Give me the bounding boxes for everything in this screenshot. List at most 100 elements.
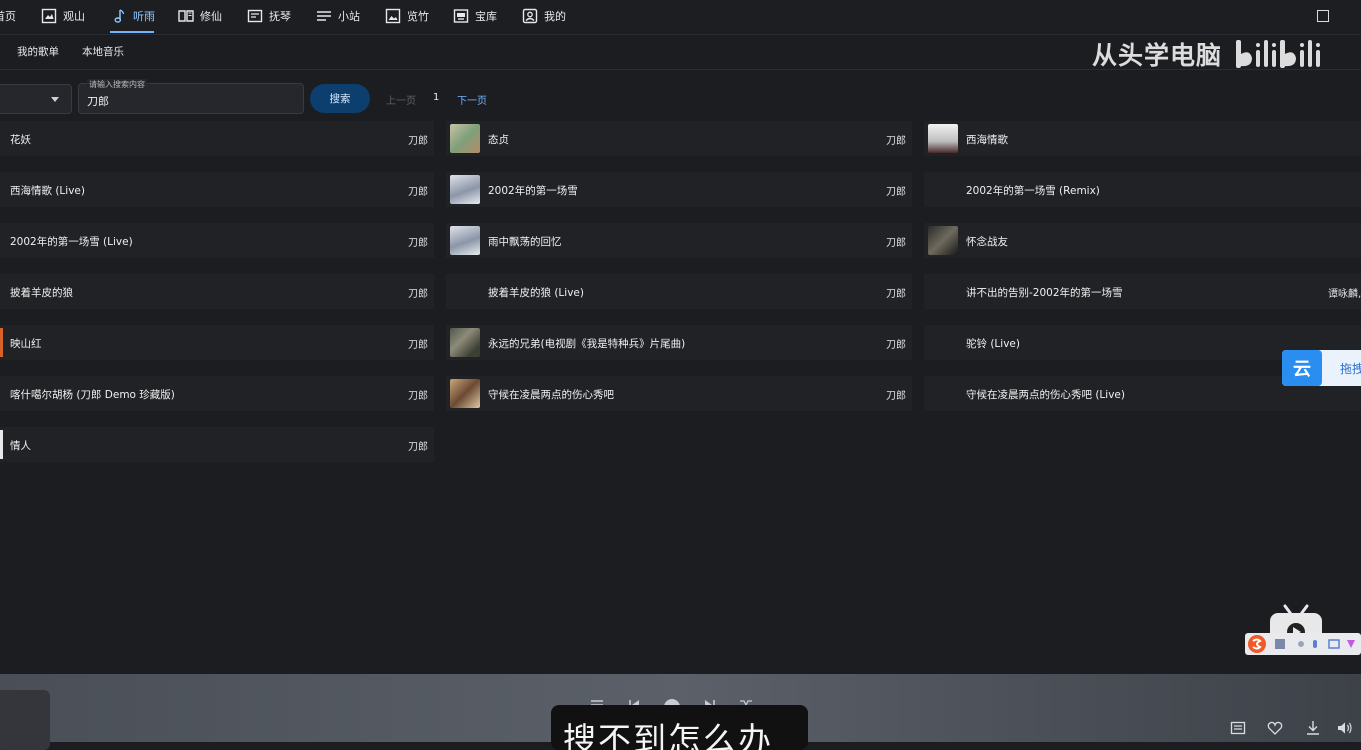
nav-label: 听雨 — [133, 10, 155, 23]
now-playing-cover[interactable] — [0, 690, 50, 750]
nav-item-guanshan[interactable]: 观山 — [41, 0, 85, 32]
nav-label: 宝库 — [475, 10, 497, 23]
sogou-ime-icon — [1248, 635, 1355, 653]
song-artist: 刀郎 — [886, 136, 906, 147]
song-artist: 刀郎 — [408, 289, 428, 300]
download-icon[interactable] — [1305, 720, 1321, 736]
search-field[interactable]: 请输入搜索内容 — [78, 79, 304, 114]
song-title: 西海情歌 — [966, 134, 1008, 146]
album-cover — [450, 124, 480, 153]
song-artist: 刀郎 — [408, 442, 428, 453]
nav-item-tingyu[interactable]: 听雨 — [111, 0, 155, 32]
album-cover — [450, 379, 480, 408]
album-cover — [450, 175, 480, 204]
list-icon — [317, 11, 331, 21]
song-title: 映山红 — [10, 338, 42, 350]
subtitle-text: 搜不到怎么办 — [563, 720, 773, 750]
nav-item-home[interactable]: 首页 — [0, 0, 16, 32]
nav-item-baoku[interactable]: 宝库 — [453, 0, 497, 32]
song-artist: 刀郎 — [408, 340, 428, 351]
image-icon — [385, 8, 401, 24]
search-label: 请输入搜索内容 — [87, 79, 147, 90]
bilibili-logo: bilibili — [1236, 40, 1321, 68]
subnav-my-playlist[interactable]: 我的歌单 — [17, 44, 59, 59]
chevron-down-icon — [51, 97, 59, 102]
next-page-button[interactable]: 下一页 — [457, 92, 487, 107]
album-cover — [450, 226, 480, 255]
song-title: 讲不出的告别-2002年的第一场雪 — [966, 287, 1123, 299]
subnav-local-music[interactable]: 本地音乐 — [82, 44, 124, 59]
nav-label: 首页 — [0, 10, 16, 23]
source-select[interactable] — [0, 84, 72, 114]
song-item[interactable]: 讲不出的告别-2002年的第一场雪 谭咏麟, — [924, 274, 1361, 309]
active-tab-indicator — [110, 31, 154, 33]
song-artist: 刀郎 — [408, 238, 428, 249]
album-cover — [928, 124, 958, 153]
song-item[interactable]: 态贞 刀郎 — [446, 121, 912, 156]
song-title: 2002年的第一场雪 (Live) — [10, 236, 133, 248]
song-title: 西海情歌 (Live) — [10, 185, 85, 197]
cloud-logo-icon: 云 — [1282, 350, 1322, 386]
mountain-frame-icon — [41, 8, 57, 24]
nav-label: 观山 — [63, 10, 85, 23]
song-item[interactable]: 2002年的第一场雪 (Live) 刀郎 — [0, 223, 434, 258]
drag-label: 拖拽 — [1340, 362, 1361, 376]
song-item[interactable]: 永远的兄弟(电视剧《我是特种兵》片尾曲) 刀郎 — [446, 325, 912, 360]
volume-icon[interactable] — [1337, 720, 1353, 736]
album-cover — [928, 226, 958, 255]
nav-label: 修仙 — [200, 10, 222, 23]
song-item[interactable]: 披着羊皮的狼 (Live) 刀郎 — [446, 274, 912, 309]
song-item[interactable]: 2002年的第一场雪 (Remix) — [924, 172, 1361, 207]
song-item[interactable]: 2002年的第一场雪 刀郎 — [446, 172, 912, 207]
heart-icon[interactable] — [1267, 720, 1283, 736]
book-icon — [178, 10, 194, 22]
song-title: 态贞 — [488, 134, 509, 146]
song-item[interactable]: 西海情歌 (Live) 刀郎 — [0, 172, 434, 207]
nav-label: 我的 — [544, 10, 566, 23]
song-item[interactable]: 映山红 刀郎 — [0, 325, 434, 360]
album-cover — [450, 328, 480, 357]
song-item[interactable]: 怀念战友 — [924, 223, 1361, 258]
song-title: 喀什噶尔胡杨 (刀郎 Demo 珍藏版) — [10, 389, 175, 401]
song-artist: 谭咏麟, — [1328, 289, 1361, 300]
song-title: 雨中飘荡的回忆 — [488, 236, 562, 248]
song-item[interactable]: 雨中飘荡的回忆 刀郎 — [446, 223, 912, 258]
song-title: 守候在凌晨两点的伤心秀吧 (Live) — [966, 389, 1125, 401]
song-title: 永远的兄弟(电视剧《我是特种兵》片尾曲) — [488, 338, 686, 350]
nav-label: 抚琴 — [269, 10, 291, 23]
nav-item-xiaozhan[interactable]: 小站 — [316, 0, 360, 32]
song-item[interactable]: 情人 刀郎 — [0, 427, 434, 462]
album-cover — [0, 430, 3, 459]
nav-label: 小站 — [338, 10, 360, 23]
top-nav: 首页 观山 听雨 修仙 抚琴 小站 览竹 宝库 我的 — [0, 0, 1361, 35]
search-input[interactable] — [87, 94, 287, 107]
nav-item-xiuxian[interactable]: 修仙 — [178, 0, 222, 32]
song-item[interactable]: 喀什噶尔胡杨 (刀郎 Demo 珍藏版) 刀郎 — [0, 376, 434, 411]
song-artist: 刀郎 — [408, 136, 428, 147]
song-title: 驼铃 (Live) — [966, 338, 1020, 350]
prev-page-button[interactable]: 上一页 — [386, 92, 416, 107]
song-item[interactable]: 披着羊皮的狼 刀郎 — [0, 274, 434, 309]
song-item[interactable]: 守候在凌晨两点的伤心秀吧 刀郎 — [446, 376, 912, 411]
song-item[interactable]: 花妖 刀郎 — [0, 121, 434, 156]
folder-icon — [247, 9, 263, 23]
ime-toolbar[interactable] — [1245, 633, 1361, 655]
song-title: 花妖 — [10, 134, 31, 146]
song-title: 守候在凌晨两点的伤心秀吧 — [488, 389, 614, 401]
song-artist: 刀郎 — [886, 187, 906, 198]
song-item[interactable]: 西海情歌 — [924, 121, 1361, 156]
lyrics-list-icon[interactable] — [1230, 720, 1246, 736]
nav-item-lanzhu[interactable]: 览竹 — [385, 0, 429, 32]
bilibili-watermark: 从头学电脑 bilibili — [1092, 34, 1334, 74]
nav-label: 览竹 — [407, 10, 429, 23]
maximize-icon[interactable] — [1317, 10, 1329, 22]
drag-widget[interactable]: 云 拖拽 — [1282, 350, 1361, 386]
search-button[interactable]: 搜索 — [310, 84, 370, 113]
nav-item-wode[interactable]: 我的 — [522, 0, 566, 32]
music-note-icon — [114, 9, 125, 23]
nav-item-fuqin[interactable]: 抚琴 — [247, 0, 291, 32]
song-title: 披着羊皮的狼 — [10, 287, 73, 299]
song-artist: 刀郎 — [886, 340, 906, 351]
user-icon — [522, 8, 538, 24]
song-title: 2002年的第一场雪 — [488, 185, 578, 197]
